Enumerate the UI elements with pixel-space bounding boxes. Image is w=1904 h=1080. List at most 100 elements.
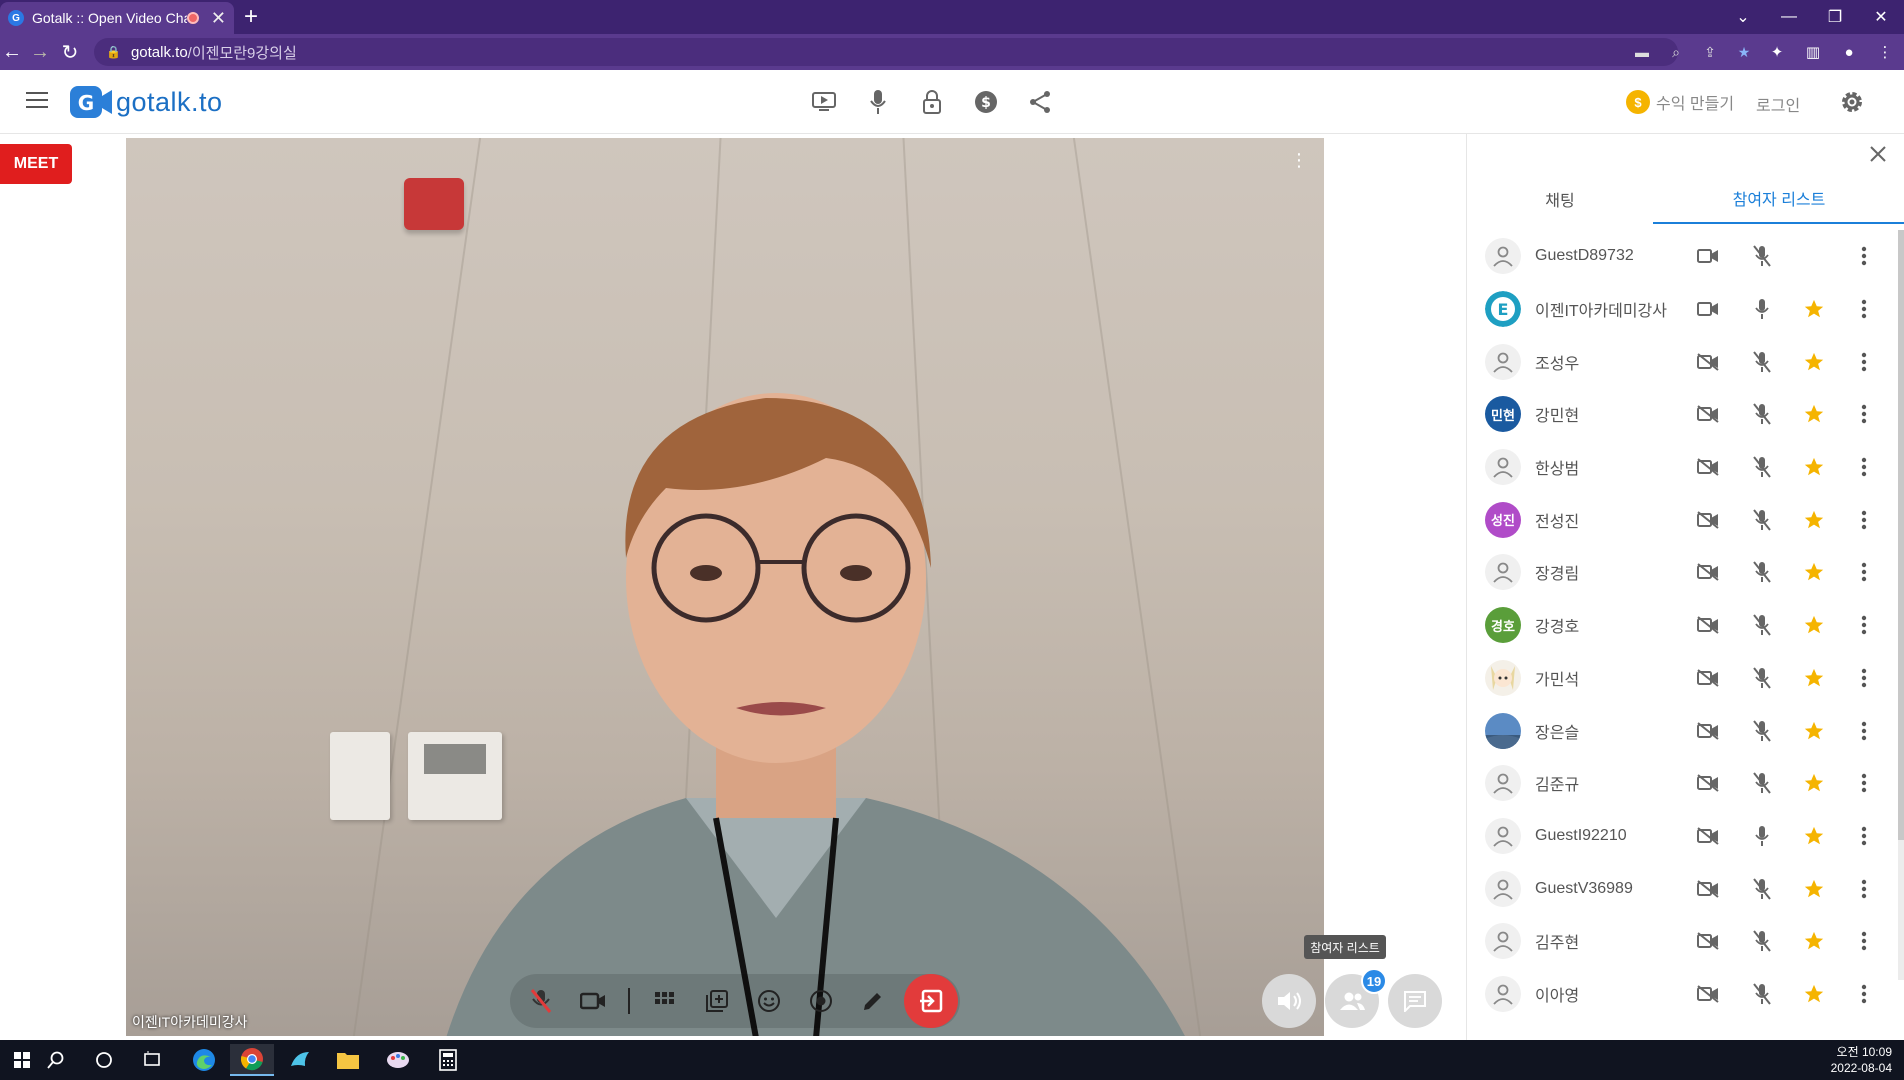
mic-off-icon[interactable] [1749, 454, 1775, 480]
app-bird-icon[interactable] [278, 1044, 322, 1076]
share-icon[interactable]: ⇪ [1700, 42, 1720, 62]
camera-off-icon[interactable] [1695, 559, 1721, 585]
microphone-icon[interactable] [864, 88, 892, 116]
restore-button[interactable]: ❐ [1812, 0, 1858, 34]
record-icon[interactable] [804, 984, 838, 1018]
back-icon[interactable]: ← [0, 40, 24, 64]
reload-icon[interactable]: ↻ [58, 40, 82, 64]
login-link[interactable]: 로그인 [1756, 92, 1800, 116]
more-options-icon[interactable] [1851, 401, 1877, 427]
participant-row[interactable]: E 이젠IT아카데미강사 [1467, 283, 1897, 336]
task-view-icon[interactable] [130, 1044, 174, 1076]
minimize-button[interactable]: — [1766, 0, 1812, 34]
meet-button[interactable]: MEET [0, 144, 72, 184]
camera-on-icon[interactable] [1695, 243, 1721, 269]
tab-search-icon[interactable]: ⌄ [1720, 0, 1766, 34]
more-options-icon[interactable] [1851, 928, 1877, 954]
camera-on-icon[interactable] [1695, 296, 1721, 322]
participant-list-scrollbar[interactable] [1898, 230, 1904, 980]
star-icon[interactable] [1801, 770, 1827, 796]
participant-row[interactable]: GuestV36989 [1467, 862, 1897, 915]
hamburger-menu-icon[interactable] [26, 92, 48, 108]
star-icon[interactable] [1801, 928, 1827, 954]
star-icon[interactable] [1801, 401, 1827, 427]
mic-off-icon[interactable] [1749, 718, 1775, 744]
paint-icon[interactable] [376, 1044, 420, 1076]
participant-row[interactable]: 장경림 [1467, 546, 1897, 599]
more-options-icon[interactable] [1851, 296, 1877, 322]
mic-off-icon[interactable] [1749, 981, 1775, 1007]
participant-row[interactable]: GuestD89732 [1467, 230, 1897, 283]
file-explorer-icon[interactable] [326, 1044, 370, 1076]
main-video[interactable]: ⋮ [126, 138, 1324, 1036]
profile-icon[interactable]: ● [1838, 41, 1860, 63]
participant-row[interactable]: 경호 강경호 [1467, 599, 1897, 652]
camera-off-icon[interactable] [1695, 507, 1721, 533]
extensions-icon[interactable]: ✦ [1766, 41, 1788, 63]
screen-share-icon[interactable] [810, 88, 838, 116]
mic-off-icon[interactable] [1749, 243, 1775, 269]
star-icon[interactable] [1801, 981, 1827, 1007]
window-close-button[interactable]: ✕ [1858, 0, 1904, 34]
tab-chat[interactable]: 채팅 [1467, 174, 1653, 224]
camera-off-icon[interactable] [1695, 401, 1721, 427]
more-options-icon[interactable] [1851, 243, 1877, 269]
mic-off-icon[interactable] [1749, 876, 1775, 902]
participant-row[interactable]: GuestI92210 [1467, 810, 1897, 863]
star-icon[interactable] [1801, 296, 1827, 322]
emoji-icon[interactable] [752, 984, 786, 1018]
participant-row[interactable]: 성진 전성진 [1467, 493, 1897, 546]
star-icon[interactable] [1801, 823, 1827, 849]
participant-row[interactable]: 이아영 [1467, 968, 1897, 1021]
earn-money-link[interactable]: $ 수익 만들기 [1626, 90, 1734, 114]
more-options-icon[interactable] [1851, 876, 1877, 902]
camera-off-icon[interactable] [1695, 876, 1721, 902]
mic-on-icon[interactable] [1749, 823, 1775, 849]
camera-toggle-icon[interactable] [576, 984, 610, 1018]
bookmark-star-icon[interactable]: ★ [1734, 42, 1754, 62]
participant-row[interactable]: 조성우 [1467, 335, 1897, 388]
more-options-icon[interactable] [1851, 718, 1877, 744]
camera-off-icon[interactable] [1695, 718, 1721, 744]
more-options-icon[interactable] [1851, 612, 1877, 638]
participant-row[interactable]: 한상범 [1467, 441, 1897, 494]
search-icon[interactable] [34, 1044, 78, 1076]
side-panel-icon[interactable]: ▥ [1802, 41, 1824, 63]
gotalk-logo[interactable]: G gotalk.to [68, 84, 223, 120]
add-screen-icon[interactable] [700, 984, 734, 1018]
mic-off-icon[interactable] [1749, 928, 1775, 954]
volume-button[interactable] [1262, 974, 1316, 1028]
settings-gear-icon[interactable] [1838, 88, 1866, 116]
browser-tab[interactable]: G Gotalk :: Open Video Chat ✕ [0, 2, 234, 34]
grid-layout-icon[interactable] [648, 984, 682, 1018]
edge-icon[interactable] [182, 1044, 226, 1076]
camera-off-icon[interactable] [1695, 823, 1721, 849]
new-tab-button[interactable]: + [244, 4, 258, 30]
chat-button[interactable] [1388, 974, 1442, 1028]
participant-row[interactable]: 장은슬 [1467, 704, 1897, 757]
video-options-icon[interactable]: ⋮ [1290, 150, 1308, 171]
tab-participants[interactable]: 참여자 리스트 [1653, 174, 1904, 224]
tab-close-icon[interactable]: ✕ [211, 8, 226, 29]
camera-off-icon[interactable] [1695, 928, 1721, 954]
calculator-icon[interactable] [426, 1044, 470, 1076]
more-options-icon[interactable] [1851, 770, 1877, 796]
mic-off-icon[interactable] [1749, 612, 1775, 638]
camera-off-icon[interactable] [1695, 612, 1721, 638]
mic-off-icon[interactable] [1749, 665, 1775, 691]
camera-off-icon[interactable] [1695, 665, 1721, 691]
forward-icon[interactable]: → [28, 40, 52, 64]
star-icon[interactable] [1801, 718, 1827, 744]
mic-off-icon[interactable] [1749, 507, 1775, 533]
star-icon[interactable] [1801, 349, 1827, 375]
camera-off-icon[interactable] [1695, 770, 1721, 796]
participant-row[interactable]: 가민석 [1467, 652, 1897, 705]
leave-call-button[interactable] [904, 974, 958, 1028]
dollar-icon[interactable]: $ [972, 88, 1000, 116]
star-icon[interactable] [1801, 454, 1827, 480]
camera-off-icon[interactable] [1695, 981, 1721, 1007]
cortana-icon[interactable] [82, 1044, 126, 1076]
camera-off-icon[interactable] [1695, 454, 1721, 480]
camera-permission-icon[interactable]: ▬ [1632, 42, 1652, 62]
mic-off-icon[interactable] [1749, 349, 1775, 375]
